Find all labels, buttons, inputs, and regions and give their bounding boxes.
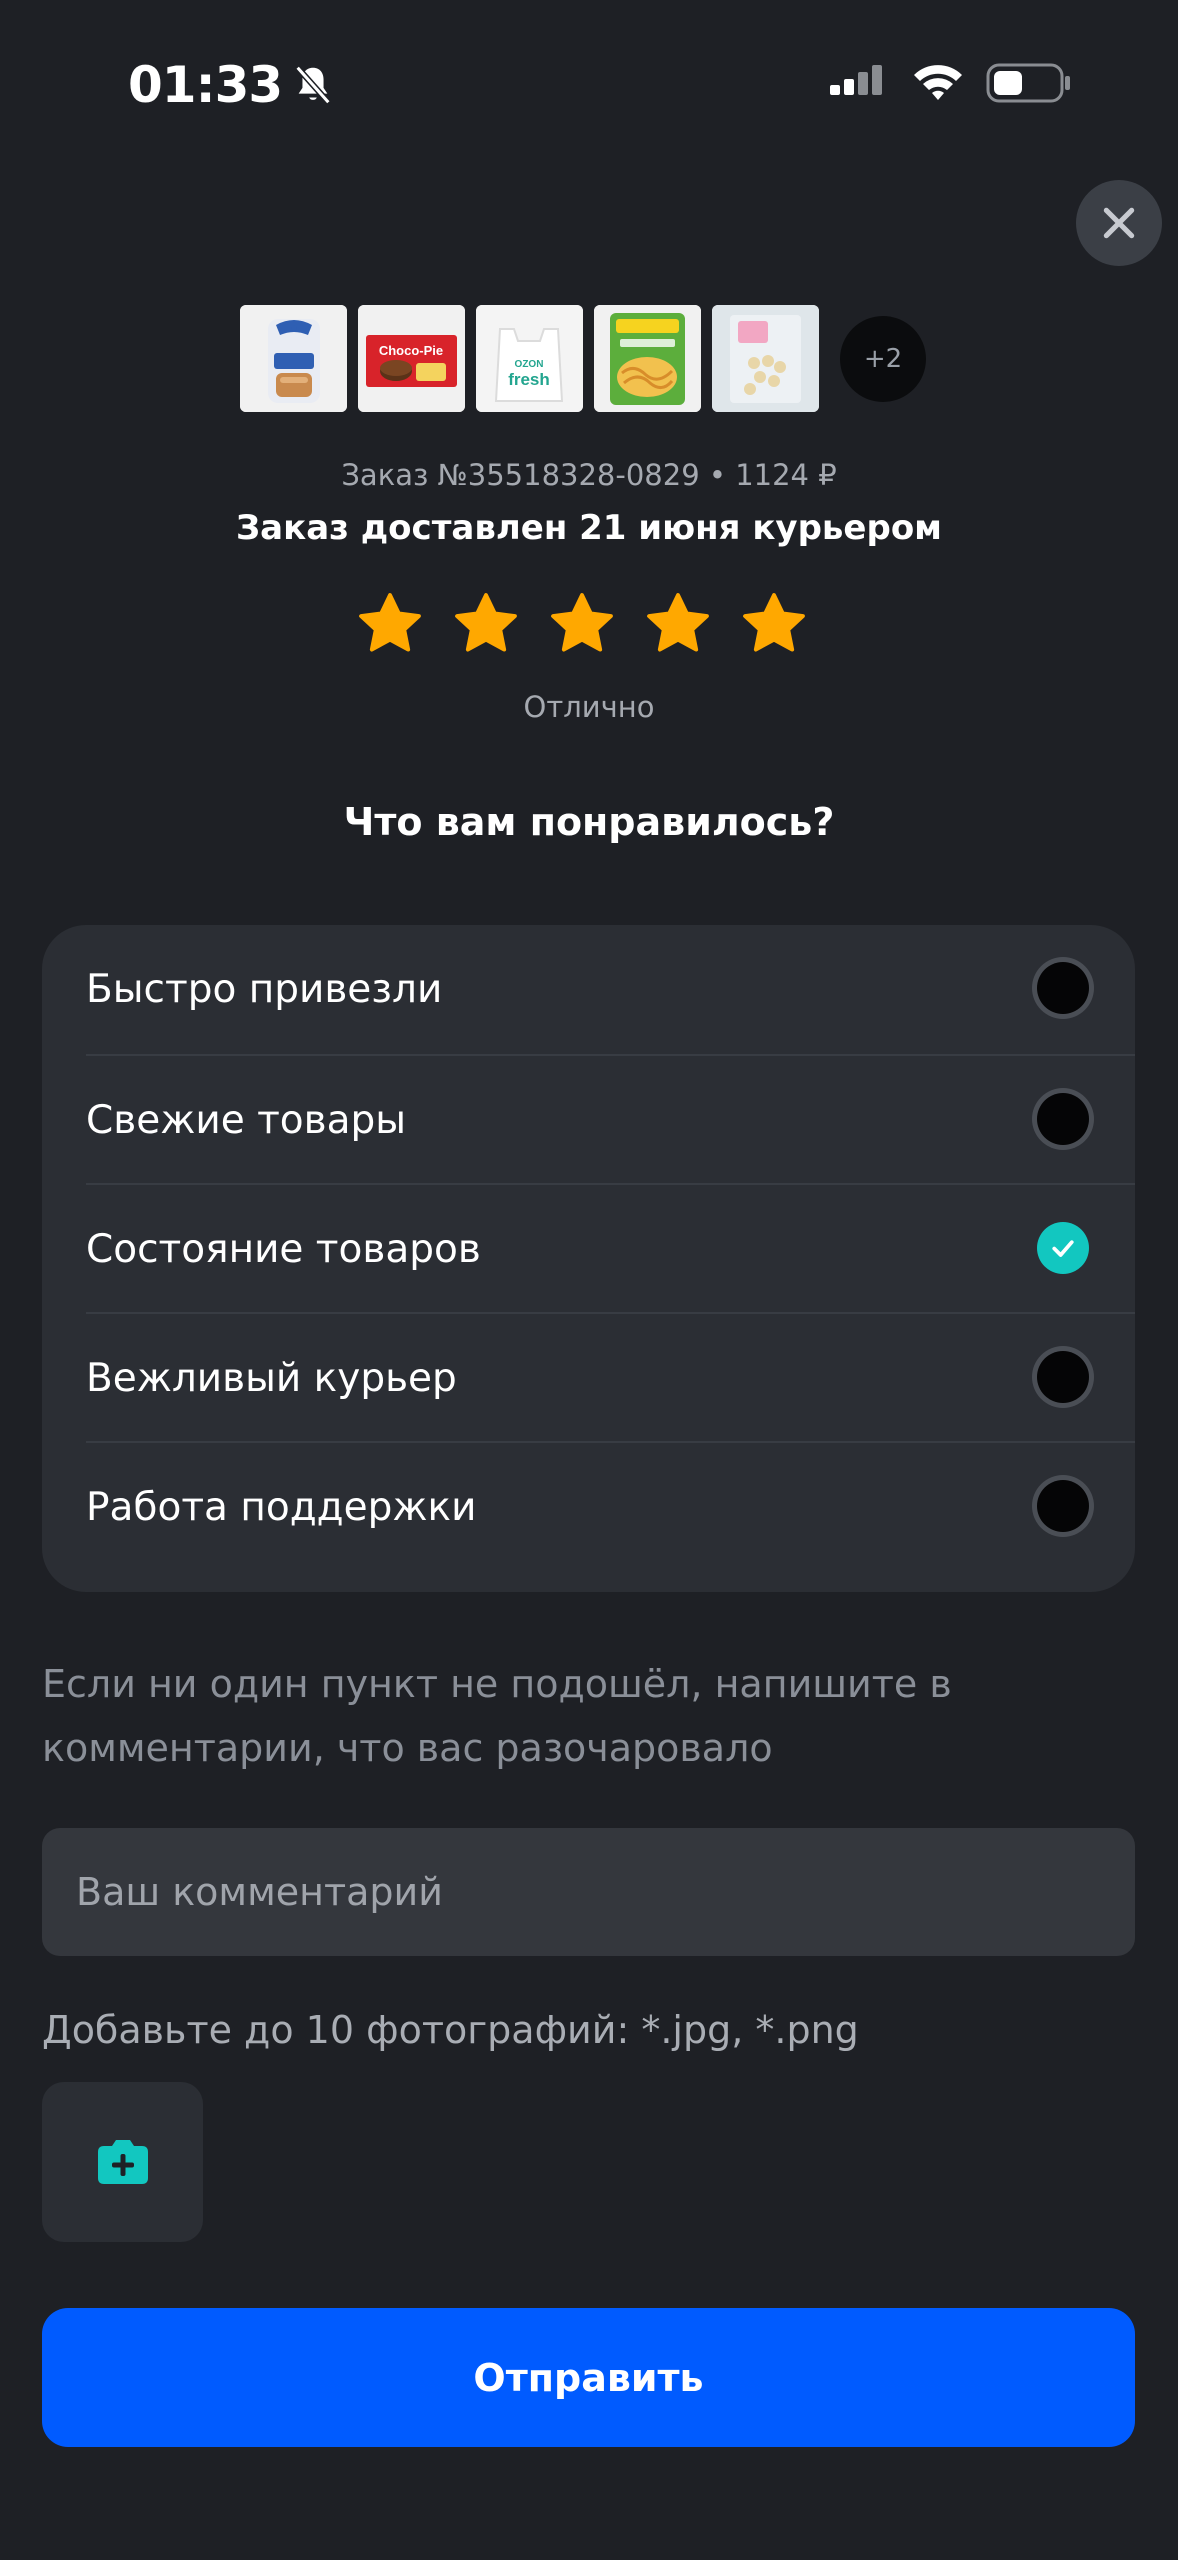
- bag-label-bottom: fresh: [508, 370, 550, 389]
- bag-label-top: OZON: [515, 359, 544, 370]
- dumplings-pack-image: [712, 305, 819, 412]
- option-radio-checked[interactable]: [1037, 1222, 1089, 1274]
- order-meta: Заказ №35518328-0829 • 1124 ₽: [341, 458, 837, 492]
- wifi-icon: [914, 65, 962, 100]
- status-time-group: 01:33: [128, 56, 336, 114]
- rating-text: Отлично: [523, 690, 655, 724]
- option-label: Свежие товары: [86, 1098, 407, 1143]
- add-camera-icon: [97, 2140, 148, 2184]
- submit-button[interactable]: Отправить: [42, 2308, 1135, 2447]
- comment-input[interactable]: [42, 1828, 1135, 1956]
- option-radio[interactable]: [1037, 1351, 1089, 1403]
- option-support-work[interactable]: Работа поддержки: [86, 1441, 1135, 1572]
- star-icon-2[interactable]: [452, 590, 520, 658]
- status-time: 01:33: [128, 56, 283, 114]
- feedback-options-card: Быстро привезли Свежие товары Состояние …: [42, 925, 1135, 1592]
- battery-icon: [986, 63, 1070, 103]
- star-icon-3[interactable]: [548, 590, 616, 658]
- more-products-badge[interactable]: +2: [840, 315, 926, 402]
- rating-stars: [356, 590, 808, 658]
- product-thumb-pack[interactable]: [712, 305, 819, 412]
- option-radio[interactable]: [1037, 1093, 1089, 1145]
- product-thumbnails: Choco-Pie OZON fresh +2: [240, 305, 926, 412]
- option-label: Работа поддержки: [86, 1485, 477, 1530]
- bell-slash-icon: [295, 65, 331, 105]
- star-icon-4[interactable]: [644, 590, 712, 658]
- feedback-hint: Если ни один пункт не подошёл, напишите …: [42, 1662, 952, 1770]
- photos-label: Добавьте до 10 фотографий: *.jpg, *.png: [42, 2008, 859, 2052]
- product-thumb-noodles[interactable]: [594, 305, 701, 412]
- option-polite-courier[interactable]: Вежливый курьер: [86, 1312, 1135, 1443]
- product-thumb-bread[interactable]: [240, 305, 347, 412]
- star-icon-1[interactable]: [356, 590, 424, 658]
- option-radio[interactable]: [1037, 962, 1089, 1014]
- option-label: Вежливый курьер: [86, 1356, 457, 1401]
- star-icon-5[interactable]: [740, 590, 808, 658]
- feedback-question: Что вам понравилось?: [343, 800, 835, 844]
- product-thumb-chocopie[interactable]: Choco-Pie: [358, 305, 465, 412]
- option-fresh-goods[interactable]: Свежие товары: [86, 1054, 1135, 1185]
- chocopie-label: Choco-Pie: [379, 343, 443, 358]
- status-right-icons: [830, 62, 1072, 104]
- option-fast-delivery[interactable]: Быстро привезли: [86, 925, 1135, 1054]
- option-goods-condition[interactable]: Состояние товаров: [86, 1183, 1135, 1314]
- chocopie-box-image: Choco-Pie: [358, 305, 465, 412]
- ozon-fresh-bag-image: OZON fresh: [476, 305, 583, 412]
- option-label: Состояние товаров: [86, 1227, 481, 1272]
- close-icon: [1103, 207, 1135, 239]
- option-label: Быстро привезли: [86, 967, 443, 1012]
- order-title: Заказ доставлен 21 июня курьером: [236, 508, 942, 548]
- noodles-pack-image: [594, 305, 701, 412]
- close-button[interactable]: [1076, 180, 1162, 266]
- bread-package-image: [240, 305, 347, 412]
- product-thumb-ozon-fresh-bag[interactable]: OZON fresh: [476, 305, 583, 412]
- option-radio[interactable]: [1037, 1480, 1089, 1532]
- checkmark-icon: [1052, 1240, 1074, 1257]
- cellular-icon: [830, 65, 882, 95]
- add-photo-button[interactable]: [42, 2082, 203, 2242]
- status-bar: 01:33: [0, 0, 1178, 140]
